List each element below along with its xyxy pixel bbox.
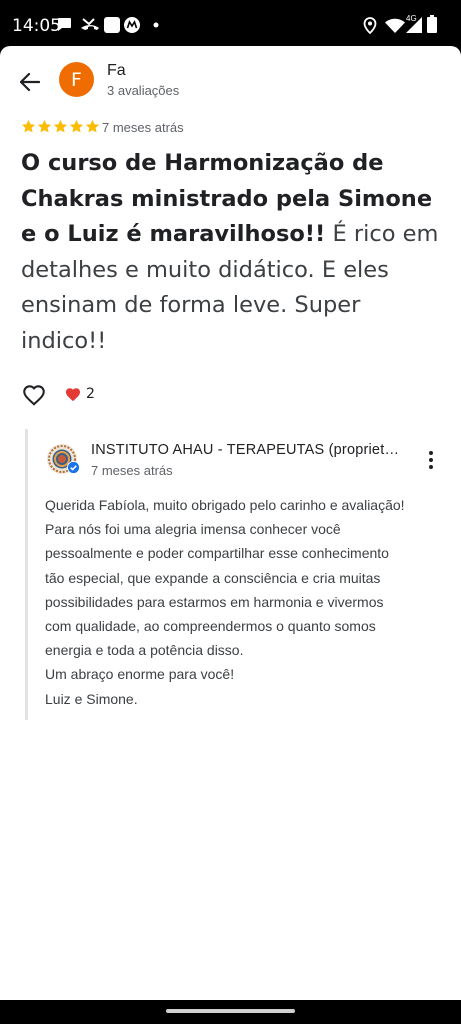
- reply-line: Para nós foi uma alegria imensa conhecer…: [45, 521, 341, 538]
- owner-reply-text: Querida Fabíola, muito obrigado pelo car…: [45, 493, 445, 711]
- app-square-icon: [104, 17, 120, 33]
- reply-line: energia e toda a potência disso.: [45, 642, 244, 659]
- reply-line: possibilidades para estarmos em harmonia…: [45, 593, 384, 610]
- notification-dot-icon: [153, 22, 159, 28]
- status-time: 14:05: [12, 16, 61, 36]
- missed-call-icon: [81, 18, 99, 30]
- star-icon: [69, 119, 84, 133]
- message-icon: [58, 18, 71, 31]
- like-button[interactable]: [21, 382, 47, 408]
- wifi-icon: [385, 18, 405, 33]
- cell-signal-icon: [406, 17, 422, 33]
- gesture-nav-handle[interactable]: [166, 1009, 295, 1013]
- reviewer-name[interactable]: Fa: [107, 62, 126, 80]
- review-text: O curso de Harmonização de Chakras minis…: [21, 146, 449, 359]
- heart-outline-icon: [23, 385, 45, 406]
- battery-icon: [427, 15, 437, 33]
- reply-line: Um abraço enorme para você!: [45, 666, 235, 683]
- more-options-button[interactable]: [420, 448, 442, 472]
- navigation-bar: [0, 1000, 461, 1024]
- owner-response-divider: [25, 429, 28, 720]
- star-rating: [21, 119, 100, 134]
- red-heart-icon: [66, 387, 80, 401]
- star-icon: [85, 119, 100, 133]
- reply-line: Luiz e Simone.: [45, 690, 138, 707]
- star-icon: [37, 119, 52, 133]
- reviewer-review-count: 3 avaliações: [107, 83, 180, 98]
- reply-line: tão especial, que expande a consciência …: [45, 569, 381, 586]
- reaction-summary[interactable]: 2: [65, 386, 95, 402]
- owner-response-time: 7 meses atrás: [91, 463, 173, 478]
- more-vert-icon: [429, 451, 433, 469]
- review-screen: F Fa 3 avaliações 7 meses atrás O curso …: [0, 46, 461, 1000]
- avatar-letter: F: [71, 68, 82, 91]
- reaction-count: 2: [86, 386, 95, 402]
- reply-line: pessoalmente e poder compartilhar esse c…: [45, 545, 389, 562]
- reply-line: com qualidade, ao compreendermos o quant…: [45, 618, 376, 635]
- owner-logo[interactable]: [46, 443, 80, 475]
- owner-name[interactable]: INSTITUTO AHAU - TERAPEUTAS (proprietári…: [91, 442, 403, 458]
- back-button[interactable]: [14, 66, 46, 98]
- reply-line: Querida Fabíola, muito obrigado pelo car…: [45, 497, 405, 513]
- arrow-back-icon: [20, 73, 40, 91]
- status-bar: 14:05 4G: [0, 0, 461, 46]
- verified-badge-icon: [67, 461, 80, 474]
- review-time: 7 meses atrás: [102, 120, 184, 135]
- star-icon: [53, 119, 68, 133]
- reviewer-avatar[interactable]: F: [59, 62, 94, 97]
- motorola-icon: [124, 17, 140, 33]
- location-icon: [363, 17, 377, 34]
- star-icon: [21, 119, 36, 133]
